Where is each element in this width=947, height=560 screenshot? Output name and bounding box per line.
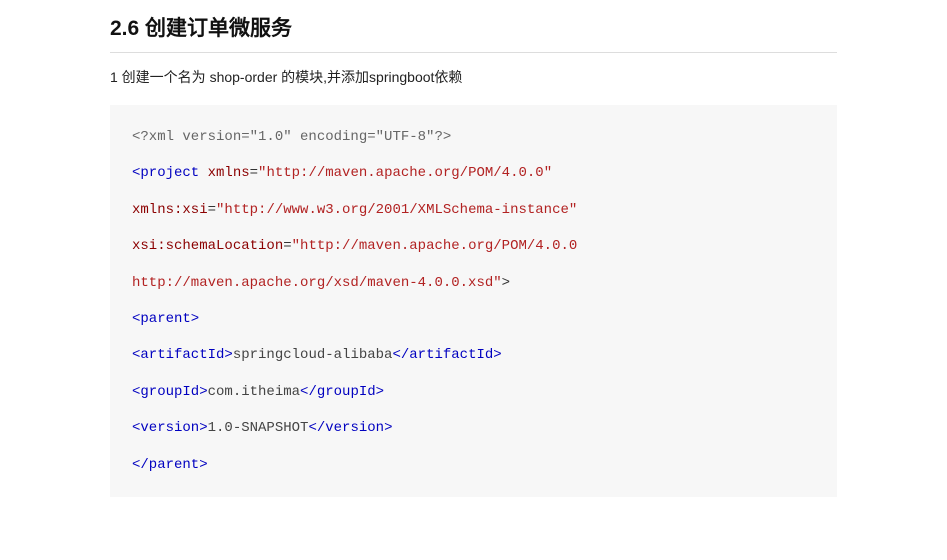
tag-open: <project [132,165,199,181]
tag: <artifactId> [132,347,233,363]
attr-value: "http://maven.apache.org/POM/4.0.0 [292,238,578,254]
code-line: <version>1.0-SNAPSHOT</version> [132,410,815,446]
attr-value: http://maven.apache.org/xsd/maven-4.0.0.… [132,275,502,291]
attr-name: xmlns [199,165,249,181]
heading-divider [110,52,837,53]
tag-text: 1.0-SNAPSHOT [208,420,309,436]
punct: = [283,238,291,254]
code-line: <groupId>com.itheima</groupId> [132,374,815,410]
attr-name: xsi:schemaLocation [132,238,283,254]
code-line: <artifactId>springcloud-alibaba</artifac… [132,337,815,373]
intro-text: 1 创建一个名为 shop-order 的模块,并添加springboot依赖 [110,67,837,87]
code-line: xmlns:xsi="http://www.w3.org/2001/XMLSch… [132,192,815,228]
code-line: <parent> [132,301,815,337]
code-line: <project xmlns="http://maven.apache.org/… [132,155,815,191]
tag: <version> [132,420,208,436]
tag: <groupId> [132,384,208,400]
tag: </artifactId> [392,347,501,363]
attr-value: "http://maven.apache.org/POM/4.0.0" [258,165,552,181]
xml-pi: <?xml version="1.0" encoding="UTF-8"?> [132,129,451,145]
attr-name: xmlns:xsi [132,202,208,218]
section-heading: 2.6 创建订单微服务 [110,12,837,42]
tag: </groupId> [300,384,384,400]
punct: = [250,165,258,181]
code-line: http://maven.apache.org/xsd/maven-4.0.0.… [132,265,815,301]
code-line: <?xml version="1.0" encoding="UTF-8"?> [132,119,815,155]
code-line: xsi:schemaLocation="http://maven.apache.… [132,228,815,264]
tag: <parent> [132,311,199,327]
code-block: <?xml version="1.0" encoding="UTF-8"?> <… [110,105,837,497]
tag: </parent> [132,457,208,473]
tag-text: com.itheima [208,384,300,400]
punct: > [502,275,510,291]
tag: </version> [308,420,392,436]
punct: = [208,202,216,218]
code-line: </parent> [132,447,815,483]
tag-text: springcloud-alibaba [233,347,393,363]
attr-value: "http://www.w3.org/2001/XMLSchema-instan… [216,202,577,218]
